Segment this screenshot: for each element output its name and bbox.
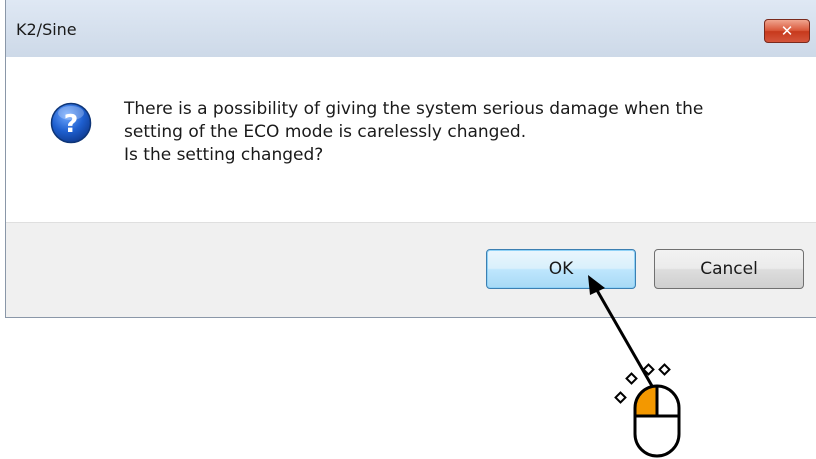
mouse-left-click-icon xyxy=(633,384,681,458)
message-line: There is a possibility of giving the sys… xyxy=(124,99,704,119)
dialog-footer: OK Cancel xyxy=(6,222,816,317)
dialog-body: ? There is a possibility of giving the s… xyxy=(6,57,816,222)
message-text: There is a possibility of giving the sys… xyxy=(124,98,784,167)
svg-text:?: ? xyxy=(64,109,79,138)
window-title: K2/Sine xyxy=(16,20,77,39)
ok-button[interactable]: OK xyxy=(486,249,636,289)
message-dialog: K2/Sine ✕ ? There is a possibility of gi… xyxy=(5,0,816,318)
message-line: Is the setting changed? xyxy=(124,145,324,165)
click-sparkle-icon xyxy=(614,363,671,404)
close-icon: ✕ xyxy=(780,22,794,40)
message-line: setting of the ECO mode is carelessly ch… xyxy=(124,122,527,142)
cancel-button[interactable]: Cancel xyxy=(654,249,804,289)
question-icon: ? xyxy=(50,102,92,144)
close-button[interactable]: ✕ xyxy=(764,19,810,43)
title-bar[interactable]: K2/Sine ✕ xyxy=(6,0,816,57)
